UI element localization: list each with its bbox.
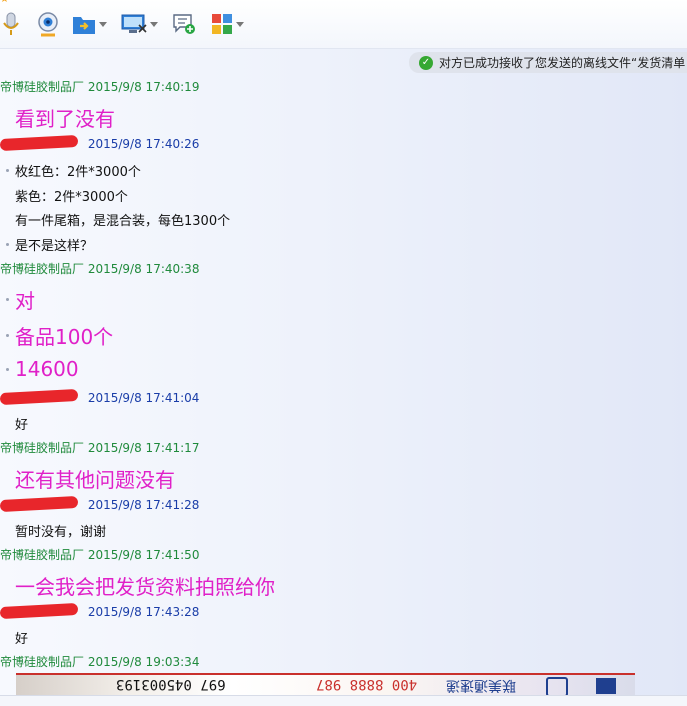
redaction-mark	[0, 495, 79, 513]
message-text: 枚红色：2件*3000个	[15, 165, 141, 180]
logo-block-icon	[596, 678, 616, 694]
sender-name: 帝博硅胶制品厂	[0, 548, 85, 562]
voice-call-button[interactable]	[2, 10, 20, 38]
message-text: 备品100个	[15, 325, 114, 349]
file-transfer-icon	[73, 17, 95, 34]
message-text: 紫色：2件*3000个	[15, 190, 128, 205]
send-file-button[interactable]	[72, 10, 107, 38]
message-header: 2015/9/8 17:43:28	[0, 602, 200, 620]
message-text: 是不是这样？	[15, 239, 94, 254]
video-call-button[interactable]	[36, 10, 60, 38]
message-time: 2015/9/8 17:43:28	[87, 605, 200, 619]
message-text: 好	[15, 632, 29, 647]
message-time: 2015/9/8 17:40:26	[87, 137, 200, 151]
message-line: 还有其他问题没有	[6, 464, 175, 493]
message-header: 帝博硅胶制品厂 2015/9/8 17:40:38	[0, 260, 199, 277]
message-time: 2015/9/8 17:41:28	[87, 498, 200, 512]
message-line: 看到了没有	[6, 103, 115, 132]
message-text: 14600	[15, 357, 79, 381]
message-header: 帝博硅胶制品厂 2015/9/8 17:40:19	[0, 78, 199, 95]
message-text: 有一件尾箱，是混合装，每色1300个	[15, 214, 231, 229]
message-text: 看到了没有	[15, 107, 115, 131]
message-text: 对	[15, 289, 35, 313]
image-attachment[interactable]: 697 045003193 400 8888 987 联美通速递	[16, 673, 635, 697]
apps-grid-icon	[212, 14, 232, 34]
message-time: 2015/9/8 19:03:34	[87, 655, 200, 669]
message-line: 14600	[6, 357, 79, 381]
sender-name: 帝博硅胶制品厂	[0, 655, 85, 669]
notice-text: 对方已成功接收了您发送的离线文件“发货清单	[439, 56, 686, 70]
message-header: 帝博硅胶制品厂 2015/9/8 19:03:34	[0, 653, 199, 670]
message-time: 2015/9/8 17:40:38	[87, 262, 200, 276]
photo-text: 697 045003193	[116, 676, 226, 692]
star-icon: ★	[0, 0, 9, 5]
message-text: 暂时没有，谢谢	[15, 525, 107, 540]
chevron-down-icon[interactable]	[99, 21, 107, 27]
redaction-mark	[0, 388, 79, 406]
new-message-button[interactable]	[172, 10, 196, 38]
chevron-down-icon[interactable]	[150, 21, 158, 27]
message-line: 是不是这样？	[6, 235, 93, 254]
message-line: 一会我会把发货资料拍照给你	[6, 571, 275, 600]
message-line: 紫色：2件*3000个	[6, 186, 128, 205]
message-text: 好	[15, 418, 29, 433]
chat-toolbar: ★	[0, 0, 687, 49]
message-time: 2015/9/8 17:40:19	[87, 80, 200, 94]
redaction-mark	[0, 602, 79, 620]
message-line: 枚红色：2件*3000个	[6, 161, 141, 180]
photo-text: 400 8888 987	[316, 676, 418, 692]
message-line: 备品100个	[6, 321, 113, 350]
logo-icon	[546, 677, 568, 697]
file-received-notice: ✓ 对方已成功接收了您发送的离线文件“发货清单	[409, 52, 687, 73]
message-text: 还有其他问题没有	[15, 468, 175, 492]
message-line: 对	[6, 285, 35, 314]
message-line: 好	[6, 414, 28, 433]
chevron-down-icon[interactable]	[236, 21, 244, 27]
message-header: 2015/9/8 17:40:26	[0, 134, 200, 152]
message-time: 2015/9/8 17:41:50	[87, 548, 200, 562]
sender-name: 帝博硅胶制品厂	[0, 262, 85, 276]
message-time: 2015/9/8 17:41:17	[87, 441, 200, 455]
message-text: 一会我会把发货资料拍照给你	[15, 575, 275, 599]
photo-text: 联美通速递	[446, 677, 516, 693]
message-line: 有一件尾箱，是混合装，每色1300个	[6, 210, 230, 229]
message-header: 帝博硅胶制品厂 2015/9/8 17:41:17	[0, 439, 199, 456]
message-header: 帝博硅胶制品厂 2015/9/8 17:41:50	[0, 546, 199, 563]
webcam-icon	[38, 12, 58, 37]
redaction-mark	[0, 134, 79, 152]
check-circle-icon: ✓	[419, 55, 433, 70]
message-time: 2015/9/8 17:41:04	[87, 391, 200, 405]
remote-assist-button[interactable]	[121, 10, 158, 38]
sender-name: 帝博硅胶制品厂	[0, 80, 85, 94]
sender-name: 帝博硅胶制品厂	[0, 441, 85, 455]
bottom-toolbar	[0, 695, 687, 706]
message-add-icon	[173, 14, 195, 34]
message-header: 2015/9/8 17:41:04	[0, 388, 200, 406]
microphone-icon	[3, 12, 19, 35]
message-line: 好	[6, 628, 28, 647]
remote-desktop-icon	[121, 14, 147, 33]
message-header: 2015/9/8 17:41:28	[0, 495, 200, 513]
message-line: 暂时没有，谢谢	[6, 521, 106, 540]
apps-button[interactable]	[211, 10, 244, 38]
